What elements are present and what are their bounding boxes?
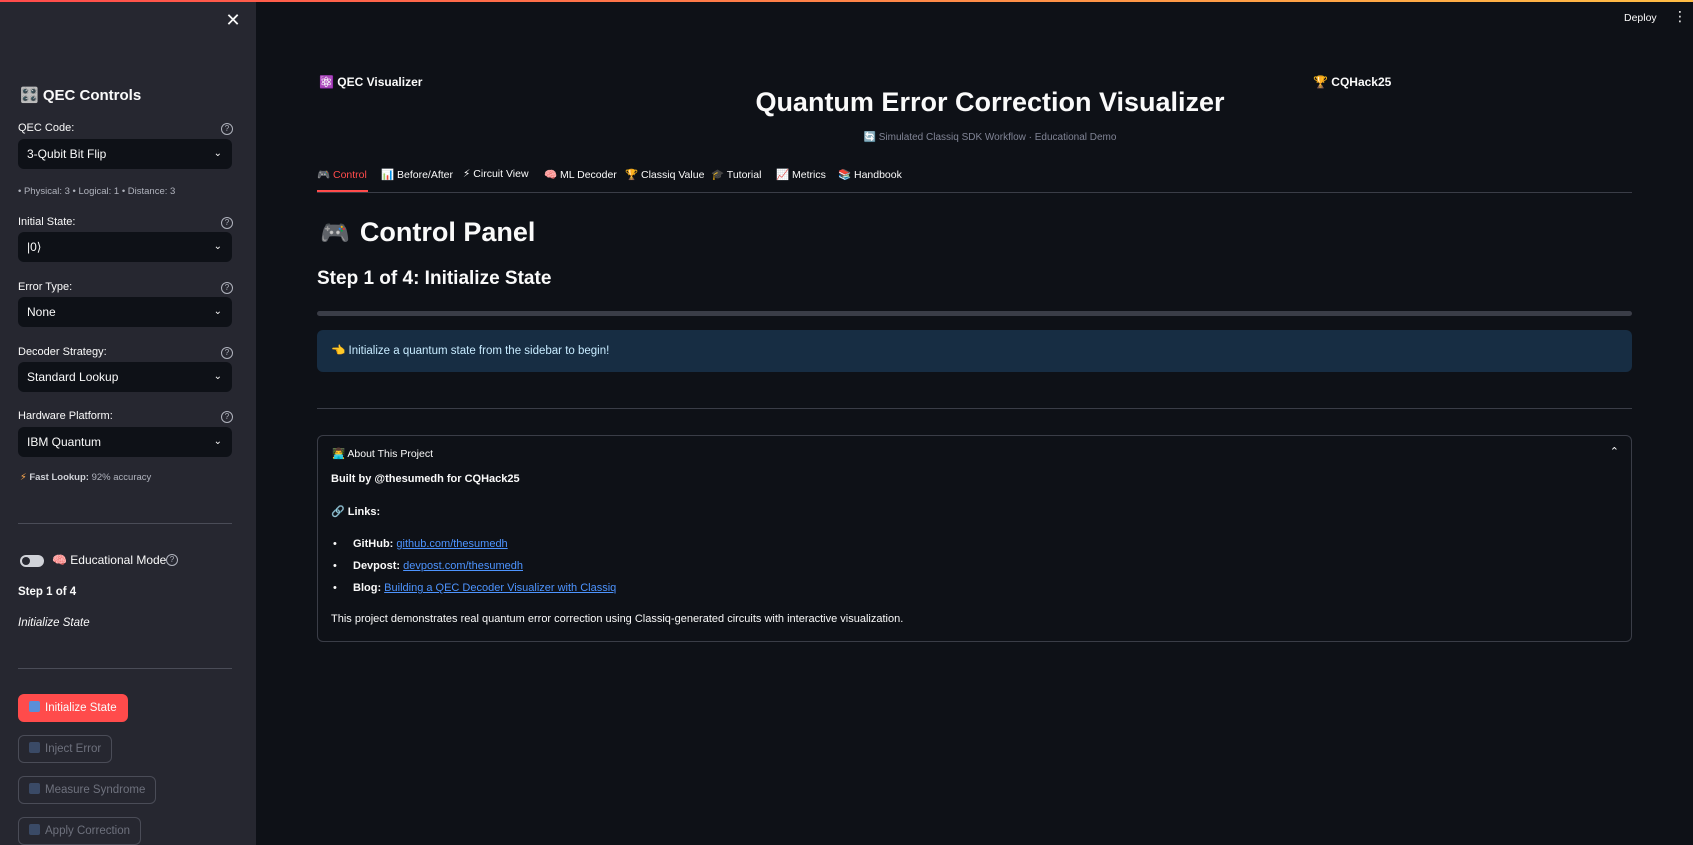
chevron-down-icon: ⌄ <box>213 306 222 317</box>
educational-mode-toggle[interactable] <box>20 555 44 567</box>
sidebar: ✕ 🎛️ QEC Controls QEC Code: ? 3-Qubit Bi… <box>0 2 256 845</box>
list-item: Devpost: devpost.com/thesumedh <box>331 555 616 577</box>
list-item: Blog: Building a QEC Decoder Visualizer … <box>331 577 616 599</box>
chevron-up-icon[interactable]: ⌃ <box>1610 445 1619 458</box>
initialize-state-button[interactable]: Initialize State <box>18 694 128 722</box>
chevron-down-icon: ⌄ <box>213 241 222 252</box>
tab-tutorial[interactable]: 🎓 Tutorial <box>711 168 761 181</box>
lightning-icon: ⚡ <box>20 472 27 483</box>
help-icon[interactable]: ? <box>221 217 233 229</box>
deploy-button[interactable]: Deploy <box>1624 12 1657 24</box>
initial-state-value: |0⟩ <box>27 240 42 254</box>
hardware-platform-value: IBM Quantum <box>27 435 102 449</box>
step-heading: Step 1 of 4: Initialize State <box>317 268 552 289</box>
code-info: • Physical: 3 • Logical: 1 • Distance: 3 <box>18 186 176 197</box>
tab-before-after[interactable]: 📊 Before/After <box>381 168 453 181</box>
links-title: 🔗 Links: <box>331 506 381 518</box>
main-divider <box>317 408 1632 409</box>
initialize-state-label: Initialize State <box>45 702 117 714</box>
chevron-down-icon: ⌄ <box>213 371 222 382</box>
progress-bar <box>317 311 1632 316</box>
educational-mode-label: 🧠 Educational Mode <box>52 553 167 567</box>
error-type-label: Error Type: <box>18 281 73 293</box>
initial-state-label: Initial State: <box>18 216 76 228</box>
link-key: Devpost: <box>353 560 401 572</box>
tab-circuit-view[interactable]: ⚡ Circuit View <box>463 168 529 180</box>
project-description: This project demonstrates real quantum e… <box>331 613 904 625</box>
sidebar-title: 🎛️ QEC Controls <box>20 87 142 104</box>
pause-icon <box>29 742 40 753</box>
tab-handbook[interactable]: 📚 Handbook <box>838 168 902 181</box>
help-icon[interactable]: ? <box>166 554 178 566</box>
kebab-icon[interactable]: ⋮ <box>1673 9 1687 23</box>
tab-metrics[interactable]: 📈 Metrics <box>776 168 826 181</box>
about-expander[interactable]: 👨‍💻 About This Project ⌃ Built by @thesu… <box>317 435 1632 642</box>
page-subtitle: 🔄 Simulated Classiq SDK Workflow · Educa… <box>863 132 1117 143</box>
chevron-down-icon: ⌄ <box>213 436 222 447</box>
initial-state-select[interactable]: |0⟩ ⌄ <box>18 232 232 262</box>
app-badge: ⚛️ QEC Visualizer <box>319 75 423 89</box>
section-heading: 🎮 Control Panel <box>320 217 535 248</box>
decoder-strategy-select[interactable]: Standard Lookup ⌄ <box>18 362 232 392</box>
error-type-select[interactable]: None ⌄ <box>18 297 232 327</box>
step-name: Initialize State <box>18 617 90 629</box>
step-label: Step 1 of 4 <box>18 586 77 598</box>
blog-link[interactable]: Building a QEC Decoder Visualizer with C… <box>384 582 616 594</box>
tab-bar: 🎮 Control 📊 Before/After ⚡ Circuit View … <box>317 164 1632 193</box>
qec-code-select[interactable]: 3-Qubit Bit Flip ⌄ <box>18 139 232 169</box>
devpost-link[interactable]: devpost.com/thesumedh <box>403 560 523 572</box>
hardware-platform-label: Hardware Platform: <box>18 410 113 422</box>
tab-classiq-value[interactable]: 🏆 Classiq Value <box>625 168 704 181</box>
page-title: Quantum Error Correction Visualizer <box>755 87 1225 117</box>
qec-code-value: 3-Qubit Bit Flip <box>27 147 107 161</box>
links-list: GitHub: github.com/thesumedh Devpost: de… <box>331 533 616 599</box>
error-type-value: None <box>27 305 56 319</box>
help-icon[interactable]: ? <box>221 282 233 294</box>
measure-syndrome-button[interactable]: Measure Syndrome <box>18 776 157 804</box>
decoder-strategy-label: Decoder Strategy: <box>18 346 107 358</box>
lookup-note: ⚡ Fast Lookup: 92% accuracy <box>20 472 151 483</box>
link-key: Blog: <box>353 582 382 594</box>
sidebar-divider <box>18 668 232 669</box>
measure-syndrome-label: Measure Syndrome <box>45 784 146 796</box>
qec-code-label: QEC Code: <box>18 122 75 134</box>
help-icon[interactable]: ? <box>221 411 233 423</box>
chevron-down-icon: ⌄ <box>213 148 222 159</box>
play-icon <box>29 701 40 712</box>
apply-correction-label: Apply Correction <box>45 825 131 837</box>
info-alert: 👈 Initialize a quantum state from the si… <box>317 330 1632 372</box>
hackathon-badge: 🏆 CQHack25 <box>1313 75 1392 89</box>
about-title[interactable]: 👨‍💻 About This Project <box>332 447 433 460</box>
decoder-strategy-value: Standard Lookup <box>27 370 119 384</box>
gamepad-icon: 🎮 <box>320 220 350 247</box>
hardware-platform-select[interactable]: IBM Quantum ⌄ <box>18 427 232 457</box>
help-icon[interactable]: ? <box>221 347 233 359</box>
apply-correction-button[interactable]: Apply Correction <box>18 817 142 845</box>
inject-error-label: Inject Error <box>45 743 102 755</box>
active-tab-indicator <box>317 190 368 192</box>
list-item: GitHub: github.com/thesumedh <box>331 533 616 555</box>
built-by-text: Built by @thesumedh for CQHack25 <box>331 473 520 485</box>
pause-icon <box>29 824 40 835</box>
help-icon[interactable]: ? <box>221 123 233 135</box>
close-icon[interactable]: ✕ <box>224 11 242 29</box>
pause-icon <box>29 783 40 794</box>
link-key: GitHub: <box>353 538 394 550</box>
tab-control[interactable]: 🎮 Control <box>317 168 367 181</box>
inject-error-button[interactable]: Inject Error <box>18 735 113 763</box>
github-link[interactable]: github.com/thesumedh <box>396 538 507 550</box>
lookup-note-text: 92% accuracy <box>91 472 152 483</box>
section-heading-text: Control Panel <box>359 217 536 247</box>
sidebar-divider <box>18 523 232 524</box>
tab-ml-decoder[interactable]: 🧠 ML Decoder <box>544 168 617 181</box>
lookup-note-strong: Fast Lookup: <box>29 472 89 483</box>
